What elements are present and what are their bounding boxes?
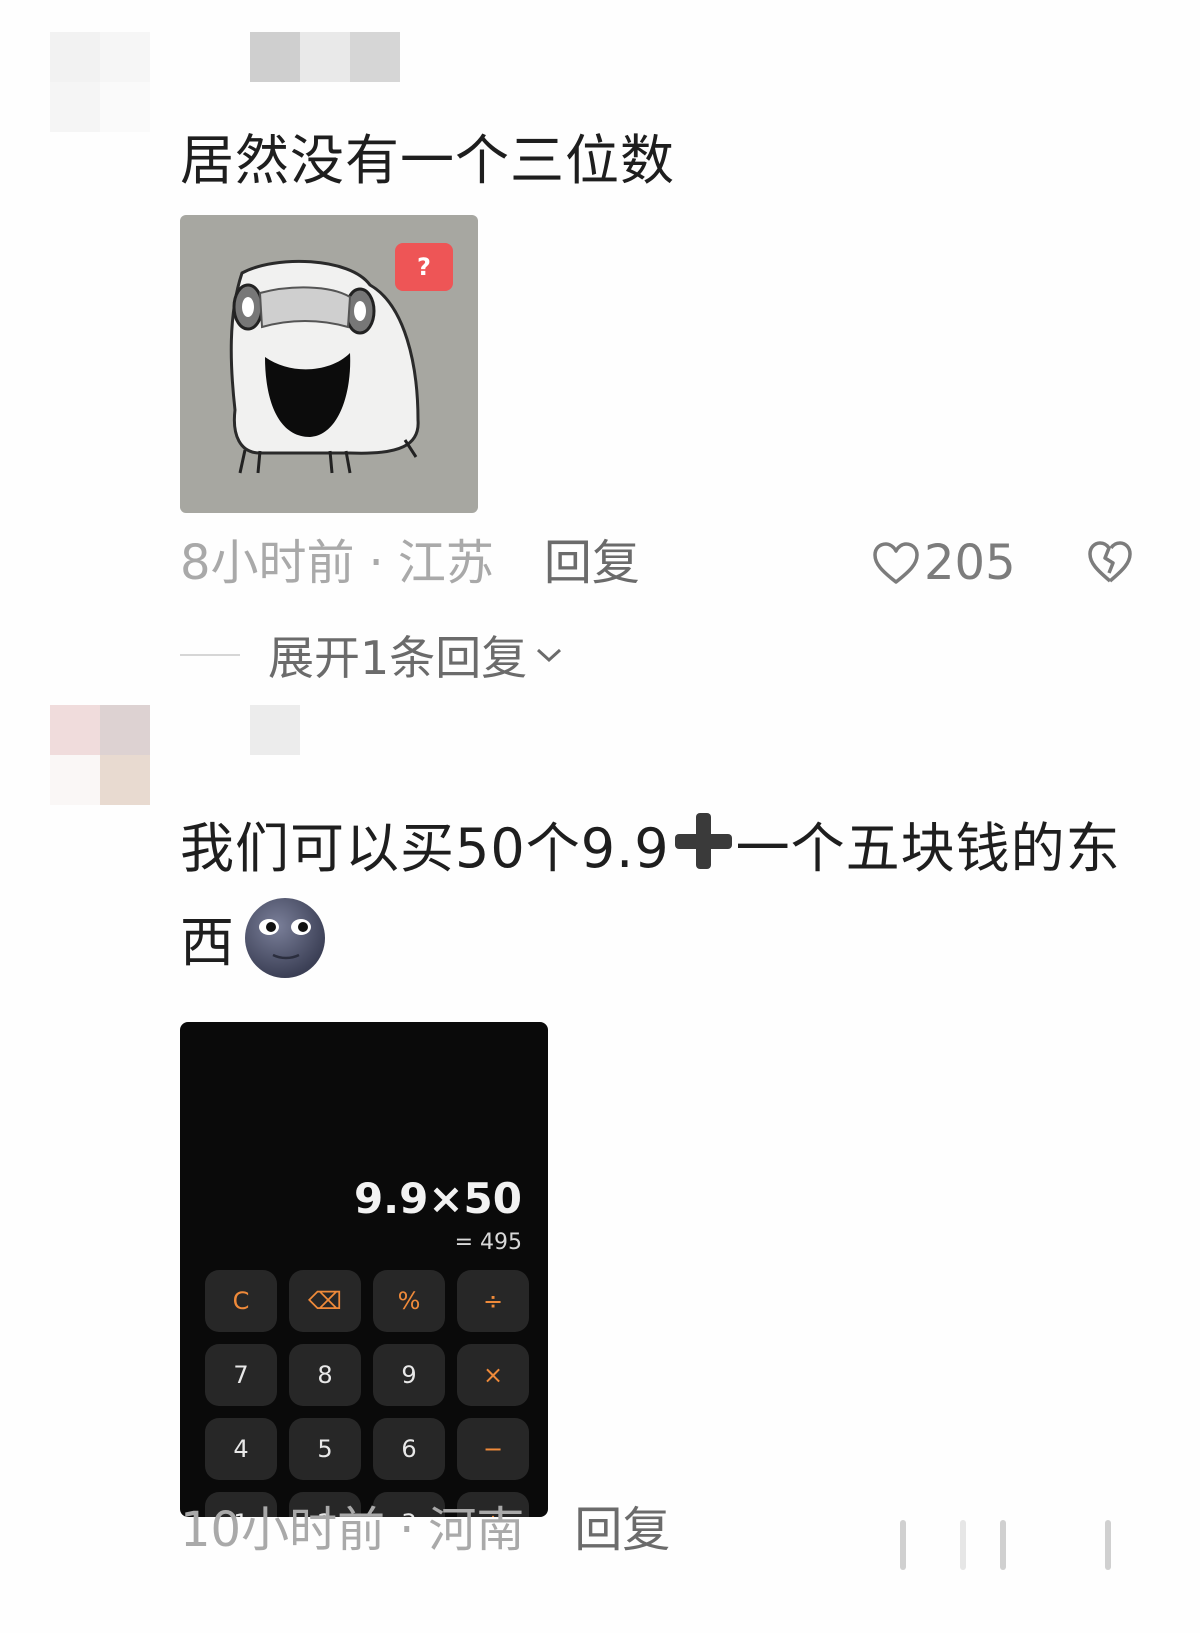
- calc-key-6: 6: [373, 1418, 445, 1480]
- timestamp: 10小时前: [180, 1502, 386, 1558]
- plus-emoji: [672, 809, 734, 871]
- calc-expression: 9.9×50: [353, 1174, 522, 1223]
- reply-button[interactable]: 回复: [574, 1502, 670, 1558]
- timestamp: 8小时前: [180, 535, 355, 591]
- calc-key-percent: %: [373, 1270, 445, 1332]
- comment-text: 我们可以买50个9.9 一个五块钱的东西: [180, 802, 1160, 990]
- broken-heart-icon: [1088, 541, 1132, 583]
- comment-item: 居然没有一个三位数 ? 8小时前 · 江苏 回复 205 展开1条回复: [0, 0, 1200, 700]
- calc-key-divide: ÷: [457, 1270, 529, 1332]
- comment-text-part1: 我们可以买50个9.9: [180, 817, 670, 880]
- calc-key-clear: C: [205, 1270, 277, 1332]
- new-moon-face-emoji: [245, 898, 325, 978]
- username-blurred[interactable]: [250, 32, 400, 82]
- comment-item: 我们可以买50个9.9 一个五块钱的东西 9.9×50 = 495 C ⌫ % ÷…: [0, 700, 1200, 1633]
- meme-image[interactable]: ?: [180, 215, 478, 513]
- avatar[interactable]: [50, 705, 150, 805]
- avatar[interactable]: [50, 32, 150, 132]
- calc-key-8: 8: [289, 1344, 361, 1406]
- dislike-button[interactable]: [1087, 540, 1133, 588]
- calc-key-4: 4: [205, 1418, 277, 1480]
- like-button[interactable]: 205: [872, 528, 1016, 598]
- divider: [180, 654, 240, 656]
- expand-replies-button[interactable]: 展开1条回复: [180, 625, 563, 685]
- location: 江苏: [397, 535, 494, 591]
- location: 河南: [428, 1502, 525, 1558]
- calc-keypad: C ⌫ % ÷ 7 8 9 × 4 5 6 − 1 2 3 +: [205, 1270, 529, 1517]
- question-badge: ?: [395, 243, 453, 291]
- like-count: 205: [924, 535, 1016, 591]
- separator: ·: [399, 1502, 415, 1558]
- calculator-screenshot[interactable]: 9.9×50 = 495 C ⌫ % ÷ 7 8 9 × 4 5 6 − 1 2…: [180, 1022, 548, 1517]
- calc-result: = 495: [454, 1230, 522, 1255]
- calc-key-7: 7: [205, 1344, 277, 1406]
- expand-replies-label: 展开1条回复: [268, 631, 528, 685]
- separator: ·: [368, 535, 384, 591]
- calc-key-backspace: ⌫: [289, 1270, 361, 1332]
- comment-meta: 10小时前 · 河南 回复: [180, 1495, 670, 1565]
- username-blurred[interactable]: [250, 705, 300, 755]
- reply-button[interactable]: 回复: [544, 535, 640, 591]
- chevron-down-icon: [537, 648, 562, 663]
- calc-key-minus: −: [457, 1418, 529, 1480]
- comment-meta: 8小时前 · 江苏 回复: [180, 528, 640, 598]
- heart-icon: [873, 542, 919, 584]
- calc-key-5: 5: [289, 1418, 361, 1480]
- comment-text: 居然没有一个三位数: [180, 129, 675, 192]
- calc-key-multiply: ×: [457, 1344, 529, 1406]
- calc-key-9: 9: [373, 1344, 445, 1406]
